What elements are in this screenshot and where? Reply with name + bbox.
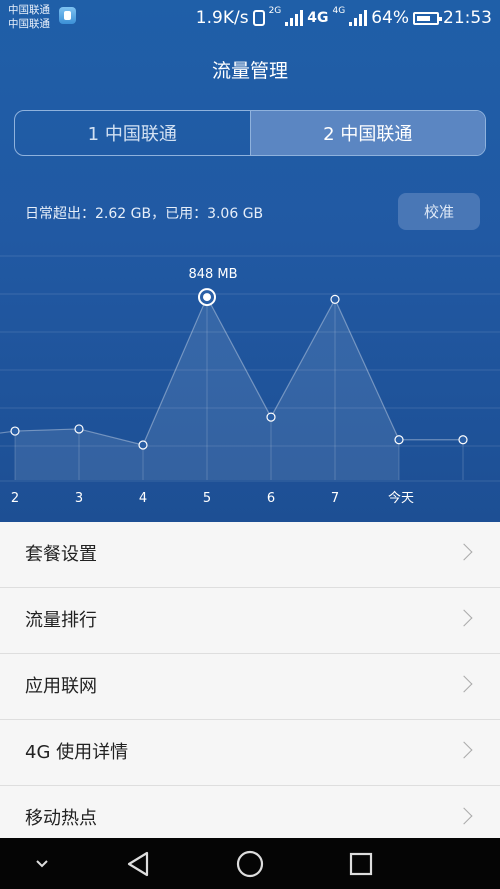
data-point xyxy=(330,294,340,304)
list-item-traffic-ranking[interactable]: 流量排行 xyxy=(0,588,500,654)
calibrate-button[interactable]: 校准 xyxy=(398,193,480,230)
chevron-down-icon[interactable] xyxy=(20,838,64,889)
chevron-right-icon xyxy=(455,741,473,759)
highlight-point xyxy=(203,293,211,302)
tab-sim-2[interactable]: 2 中国联通 xyxy=(249,111,485,155)
traffic-header-panel: 中国联通 中国联通 1.9K/s 2G 4G 4G 64% 21:53 流量管理… xyxy=(0,0,500,522)
highlight-label: 848 MB xyxy=(188,267,237,282)
signal-1-icon xyxy=(285,10,304,26)
network-2g-label: 2G xyxy=(268,6,282,16)
usage-summary: 日常超出：2.62 GB，已用：3.06 GB xyxy=(25,206,264,222)
list-item-label: 应用联网 xyxy=(25,676,97,697)
network-4g-small-label: 4G xyxy=(332,6,346,16)
x-tick-label: 2 xyxy=(11,491,19,506)
data-point-extension xyxy=(458,435,468,445)
navigation-bar xyxy=(0,838,500,889)
list-item-label: 流量排行 xyxy=(25,610,97,631)
signal-2-icon xyxy=(349,10,368,26)
x-tick-label: 4 xyxy=(139,491,147,506)
chevron-right-icon xyxy=(455,609,473,627)
status-indicators: 1.9K/s 2G 4G 4G 64% 21:53 xyxy=(196,6,492,30)
data-point xyxy=(138,440,148,450)
traffic-chart: 848 MB 2 3 4 5 6 7 今天 xyxy=(0,255,500,506)
battery-percent: 64% xyxy=(371,8,409,28)
status-bar: 中国联通 中国联通 1.9K/s 2G 4G 4G 64% 21:53 xyxy=(0,0,500,36)
vibrate-icon xyxy=(252,10,265,26)
page-title: 流量管理 xyxy=(211,60,288,82)
list-item-4g-details[interactable]: 4G 使用详情 xyxy=(0,720,500,786)
home-icon[interactable] xyxy=(228,838,272,889)
settings-list: 套餐设置 流量排行 应用联网 4G 使用详情 移动热点 xyxy=(0,522,500,852)
carrier-2: 中国联通 xyxy=(8,18,50,30)
x-tick-label: 3 xyxy=(75,491,83,506)
sim-selector: 1 中国联通 2 中国联通 xyxy=(14,110,486,156)
area-fill xyxy=(15,297,399,480)
data-point xyxy=(394,435,404,445)
network-4g-label: 4G xyxy=(307,10,329,26)
chevron-right-icon xyxy=(455,543,473,561)
chevron-right-icon xyxy=(455,675,473,693)
carrier-names: 中国联通 中国联通 xyxy=(8,3,50,31)
tab-sim-1[interactable]: 1 中国联通 xyxy=(15,111,250,155)
network-speed: 1.9K/s xyxy=(195,8,249,28)
data-point xyxy=(74,424,84,434)
x-tick-label: 7 xyxy=(331,491,339,506)
list-item-app-networking[interactable]: 应用联网 xyxy=(0,654,500,720)
data-point xyxy=(10,426,20,436)
recents-icon[interactable] xyxy=(339,838,383,889)
x-tick-label: 今天 xyxy=(388,490,414,506)
battery-icon xyxy=(413,11,442,25)
chevron-right-icon xyxy=(455,807,473,825)
app-notification-icon xyxy=(59,7,76,24)
list-item-label: 4G 使用详情 xyxy=(25,742,129,763)
carrier-1: 中国联通 xyxy=(8,4,50,16)
clock: 21:53 xyxy=(443,8,492,28)
list-item-label: 套餐设置 xyxy=(25,544,97,565)
back-icon[interactable] xyxy=(116,838,160,889)
x-tick-label: 6 xyxy=(267,491,275,506)
x-tick-label: 5 xyxy=(203,491,211,506)
list-item-plan-settings[interactable]: 套餐设置 xyxy=(0,522,500,588)
data-point xyxy=(266,412,276,422)
